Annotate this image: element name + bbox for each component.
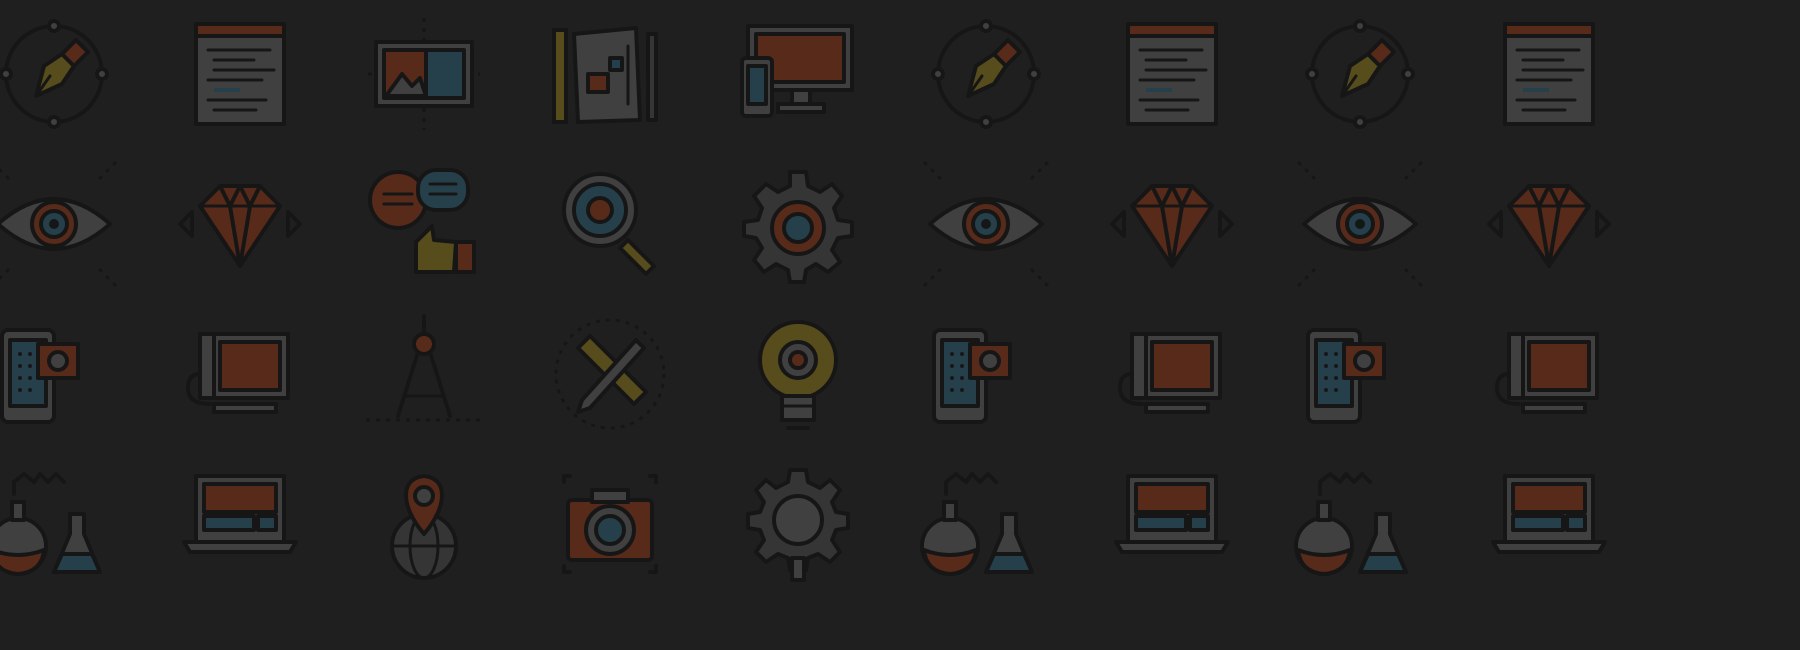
image-artboard-icon-graphic [368,18,480,130]
eye-icon [1290,154,1430,294]
diamond-icon [1479,154,1619,294]
mobile-settings-icon [0,304,124,444]
diamond-icon-graphic [178,184,302,268]
laptop-icon [1102,454,1242,594]
eye-icon-graphic [922,160,1050,288]
magnifier-icon-graphic [562,172,656,276]
mobile-settings-icon-graphic [1306,328,1386,424]
pencil-ruler-icon [540,304,680,444]
code-editor-icon [170,4,310,144]
image-artboard-icon [354,4,494,144]
design-sheet-icon-graphic [552,26,658,124]
code-editor-icon [1479,4,1619,144]
code-editor-icon-graphic [194,22,286,126]
pen-tool-icon [1290,4,1430,144]
pencil-ruler-icon-graphic [554,318,666,430]
lab-flasks-icon-graphic [1294,472,1408,576]
code-editor-icon [1102,4,1242,144]
gear-search-icon [728,454,868,594]
eye-icon [916,154,1056,294]
code-editor-icon-graphic [1126,22,1218,126]
magnifier-icon [540,154,680,294]
diamond-icon [170,154,310,294]
compass-icon [354,304,494,444]
lab-flasks-icon-graphic [0,472,102,576]
icon-pattern-background [0,0,1800,650]
laptop-icon-graphic [182,474,298,554]
compass-icon-graphic [366,314,482,422]
pen-tool-icon [916,4,1056,144]
lab-flasks-icon-graphic [920,472,1034,576]
monitor-icon-graphic [186,332,290,414]
diamond-icon-graphic [1110,184,1234,268]
lightbulb-gear-icon [728,304,868,444]
lab-flasks-icon [916,454,1056,594]
camera-icon-graphic [562,474,658,574]
laptop-icon-graphic [1114,474,1230,554]
mobile-settings-icon [916,304,1056,444]
mobile-settings-icon-graphic [0,328,80,424]
lightbulb-gear-icon-graphic [758,320,838,430]
pen-tool-icon-graphic [1305,19,1415,129]
chat-thumbs-up-icon [354,154,494,294]
diamond-icon-graphic [1487,184,1611,268]
laptop-icon [170,454,310,594]
monitor-icon-graphic [1118,332,1222,414]
chat-thumbs-up-icon-graphic [368,168,476,274]
laptop-icon [1479,454,1619,594]
gear-search-icon-graphic [746,468,850,582]
eye-icon-graphic [0,160,118,288]
mobile-settings-icon-graphic [932,328,1012,424]
lab-flasks-icon [0,454,124,594]
pen-tool-icon-graphic [931,19,1041,129]
laptop-icon-graphic [1491,474,1607,554]
lab-flasks-icon [1290,454,1430,594]
monitor-icon [1479,304,1619,444]
globe-pin-icon-graphic [390,474,458,580]
devices-icon-graphic [740,24,854,118]
eye-icon-graphic [1296,160,1424,288]
gear-icon-graphic [742,170,854,284]
pen-tool-icon-graphic [0,19,109,129]
code-editor-icon-graphic [1503,22,1595,126]
monitor-icon-graphic [1495,332,1599,414]
design-sheet-icon [540,4,680,144]
camera-icon [540,454,680,594]
mobile-settings-icon [1290,304,1430,444]
monitor-icon [170,304,310,444]
globe-pin-icon [354,454,494,594]
diamond-icon [1102,154,1242,294]
eye-icon [0,154,124,294]
pen-tool-icon [0,4,124,144]
monitor-icon [1102,304,1242,444]
gear-icon [728,154,868,294]
devices-icon [728,4,868,144]
